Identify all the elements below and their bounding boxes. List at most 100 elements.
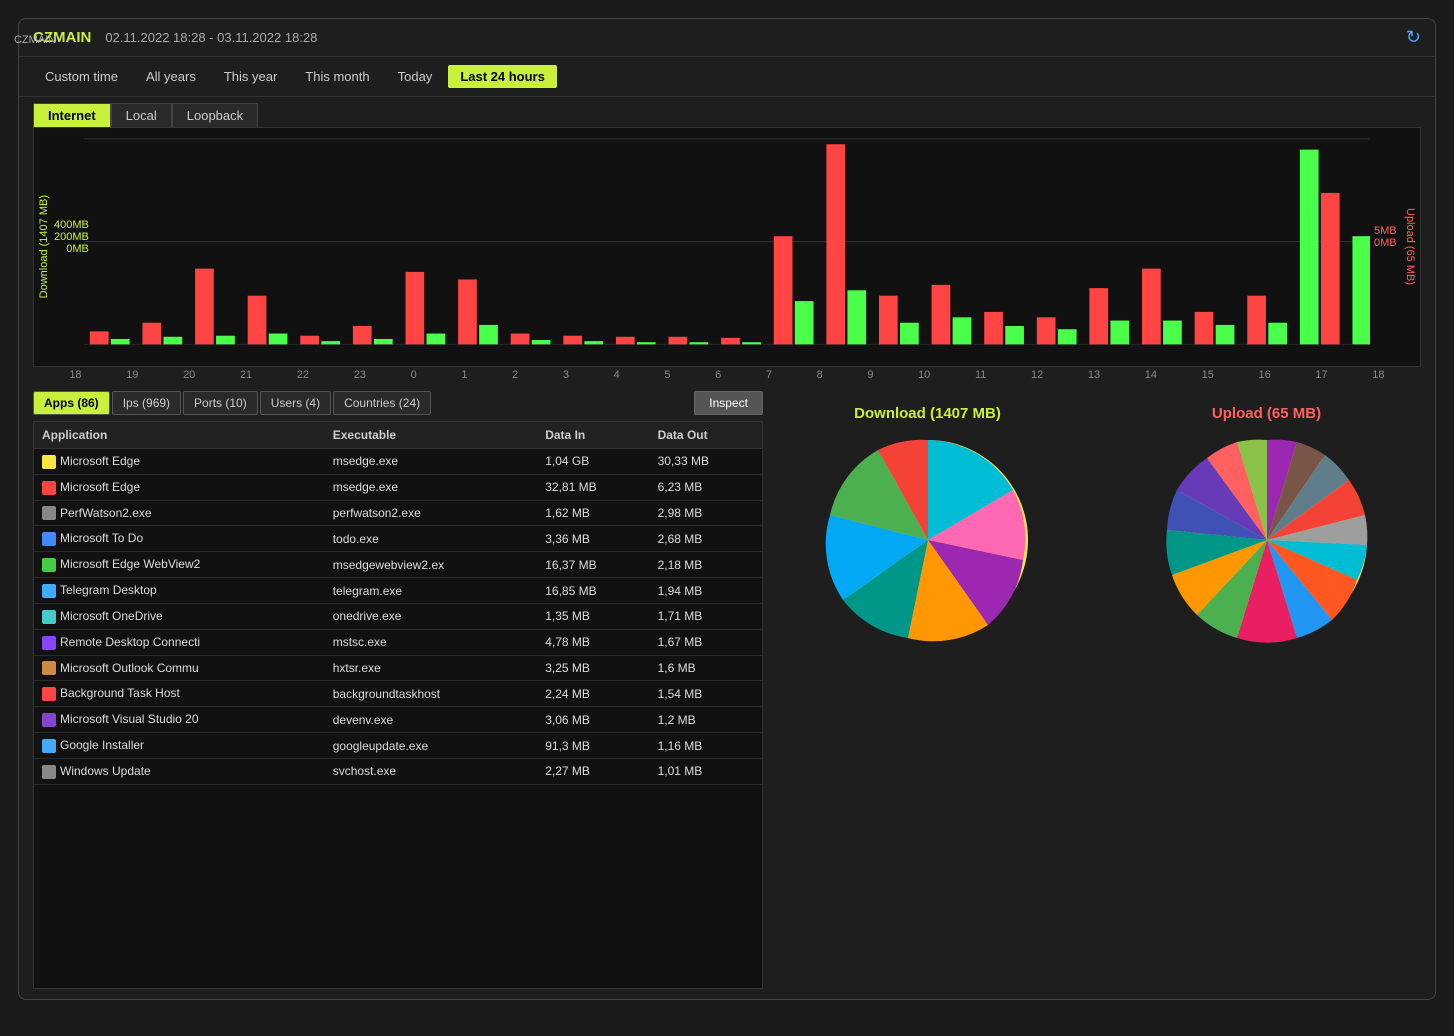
table-row[interactable]: Microsoft Edge msedge.exe 1,04 GB 30,33 …: [34, 449, 762, 475]
title-bar: CZMAIN 02.11.2022 18:28 - 03.11.2022 18:…: [19, 19, 1435, 57]
y-axis-right: 5MB 0MB: [1370, 215, 1400, 279]
tab-last-24-hours[interactable]: Last 24 hours: [448, 65, 557, 88]
app-name-cell: Telegram Desktop: [34, 578, 325, 604]
app-data-in-cell: 16,37 MB: [537, 552, 649, 578]
time-tabs: Custom time All years This year This mon…: [19, 57, 1435, 97]
app-data-out-cell: 1,01 MB: [650, 758, 762, 784]
tab-countries[interactable]: Countries (24): [333, 391, 431, 415]
app-name-cell: Windows Update: [34, 758, 325, 784]
app-name-cell: Remote Desktop Connecti: [34, 629, 325, 655]
tab-this-year[interactable]: This year: [212, 65, 289, 88]
app-name-cell: Microsoft OneDrive: [34, 603, 325, 629]
data-tabs-row: Apps (86) Ips (969) Ports (10) Users (4)…: [33, 385, 763, 421]
app-data-out-cell: 1,54 MB: [650, 681, 762, 707]
app-name-cell: Microsoft Edge WebView2: [34, 552, 325, 578]
table-row[interactable]: Microsoft Outlook Commu hxtsr.exe 3,25 M…: [34, 655, 762, 681]
bottom-section: Apps (86) Ips (969) Ports (10) Users (4)…: [33, 385, 1421, 989]
app-data-in-cell: 91,3 MB: [537, 733, 649, 759]
app-window: CZMAIN 02.11.2022 18:28 - 03.11.2022 18:…: [18, 18, 1436, 1000]
host-label: CZMAIN: [18, 34, 56, 46]
tab-this-month[interactable]: This month: [293, 65, 381, 88]
network-tabs: Internet Local Loopback: [19, 97, 1435, 127]
app-exe-cell: devenv.exe: [325, 707, 538, 733]
app-data-in-cell: 2,27 MB: [537, 758, 649, 784]
app-data-in-cell: 32,81 MB: [537, 474, 649, 500]
app-name-cell: PerfWatson2.exe: [34, 500, 325, 526]
app-data-in-cell: 3,06 MB: [537, 707, 649, 733]
charts-row: Download (1407 MB): [773, 405, 1421, 650]
table-row[interactable]: Microsoft Edge WebView2 msedgewebview2.e…: [34, 552, 762, 578]
tab-today[interactable]: Today: [386, 65, 445, 88]
table-row[interactable]: Microsoft Visual Studio 20 devenv.exe 3,…: [34, 707, 762, 733]
x-axis: 18 19 20 21 22 23 0 1 2 3 4 5 6 7 8 9 10…: [33, 367, 1421, 385]
app-data-in-cell: 1,04 GB: [537, 449, 649, 475]
table-row[interactable]: PerfWatson2.exe perfwatson2.exe 1,62 MB …: [34, 500, 762, 526]
tab-users[interactable]: Users (4): [260, 391, 331, 415]
app-name-cell: Background Task Host: [34, 681, 325, 707]
app-table-container[interactable]: Application Executable Data In Data Out …: [33, 421, 763, 989]
app-exe-cell: mstsc.exe: [325, 629, 538, 655]
inspect-button[interactable]: Inspect: [694, 391, 763, 415]
tab-all-years[interactable]: All years: [134, 65, 208, 88]
tab-custom-time[interactable]: Custom time: [33, 65, 130, 88]
table-row[interactable]: Background Task Host backgroundtaskhost …: [34, 681, 762, 707]
table-row[interactable]: Microsoft To Do todo.exe 3,36 MB 2,68 MB: [34, 526, 762, 552]
table-row[interactable]: Telegram Desktop telegram.exe 16,85 MB 1…: [34, 578, 762, 604]
app-name-cell: Microsoft To Do: [34, 526, 325, 552]
table-row[interactable]: Google Installer googleupdate.exe 91,3 M…: [34, 733, 762, 759]
app-data-in-cell: 1,35 MB: [537, 603, 649, 629]
app-exe-cell: perfwatson2.exe: [325, 500, 538, 526]
app-data-out-cell: 2,98 MB: [650, 500, 762, 526]
refresh-button[interactable]: ↻: [1406, 27, 1421, 48]
date-range: 02.11.2022 18:28 - 03.11.2022 18:28: [105, 30, 317, 45]
table-row[interactable]: Remote Desktop Connecti mstsc.exe 4,78 M…: [34, 629, 762, 655]
app-data-out-cell: 1,2 MB: [650, 707, 762, 733]
y-axis-left-label: Download (1407 MB): [34, 191, 54, 302]
col-data-in: Data In: [537, 422, 649, 449]
app-data-out-cell: 2,68 MB: [650, 526, 762, 552]
app-exe-cell: backgroundtaskhost: [325, 681, 538, 707]
y-axis-right-label: Upload (65 MB): [1400, 204, 1420, 289]
upload-pie-section: Upload (65 MB): [1157, 405, 1377, 650]
download-pie-chart: [818, 430, 1038, 650]
tab-loopback[interactable]: Loopback: [172, 103, 258, 127]
chart-inner: [84, 128, 1370, 366]
table-row[interactable]: Windows Update svchost.exe 2,27 MB 1,01 …: [34, 758, 762, 784]
app-data-out-cell: 1,71 MB: [650, 603, 762, 629]
tab-internet[interactable]: Internet: [33, 103, 111, 127]
app-data-in-cell: 16,85 MB: [537, 578, 649, 604]
app-data-out-cell: 1,67 MB: [650, 629, 762, 655]
app-name-cell: Microsoft Outlook Commu: [34, 655, 325, 681]
table-row[interactable]: Microsoft Edge msedge.exe 32,81 MB 6,23 …: [34, 474, 762, 500]
app-table: Application Executable Data In Data Out …: [34, 422, 762, 785]
app-exe-cell: hxtsr.exe: [325, 655, 538, 681]
app-data-out-cell: 1,6 MB: [650, 655, 762, 681]
app-exe-cell: msedge.exe: [325, 449, 538, 475]
app-data-out-cell: 6,23 MB: [650, 474, 762, 500]
app-data-out-cell: 30,33 MB: [650, 449, 762, 475]
col-data-out: Data Out: [650, 422, 762, 449]
app-data-in-cell: 4,78 MB: [537, 629, 649, 655]
right-panel: Download (1407 MB): [773, 385, 1421, 989]
app-data-out-cell: 1,94 MB: [650, 578, 762, 604]
y-label-0mb: 0MB: [1374, 237, 1397, 249]
tab-ips[interactable]: Ips (969): [112, 391, 181, 415]
chart-area: Download (1407 MB) 400MB 200MB 0MB: [33, 127, 1421, 367]
left-panel: Apps (86) Ips (969) Ports (10) Users (4)…: [33, 385, 763, 989]
app-data-in-cell: 3,36 MB: [537, 526, 649, 552]
app-name-cell: Microsoft Edge: [34, 474, 325, 500]
download-pie-section: Download (1407 MB): [818, 405, 1038, 650]
tab-local[interactable]: Local: [111, 103, 172, 127]
app-exe-cell: msedgewebview2.ex: [325, 552, 538, 578]
upload-label: Upload (65 MB): [1212, 405, 1321, 422]
table-row[interactable]: Microsoft OneDrive onedrive.exe 1,35 MB …: [34, 603, 762, 629]
app-data-in-cell: 1,62 MB: [537, 500, 649, 526]
app-data-in-cell: 2,24 MB: [537, 681, 649, 707]
tab-ports[interactable]: Ports (10): [183, 391, 258, 415]
app-data-out-cell: 2,18 MB: [650, 552, 762, 578]
tab-apps[interactable]: Apps (86): [33, 391, 110, 415]
download-label: Download (1407 MB): [854, 405, 1001, 422]
upload-pie-chart: [1157, 430, 1377, 650]
app-data-out-cell: 1,16 MB: [650, 733, 762, 759]
app-exe-cell: svchost.exe: [325, 758, 538, 784]
